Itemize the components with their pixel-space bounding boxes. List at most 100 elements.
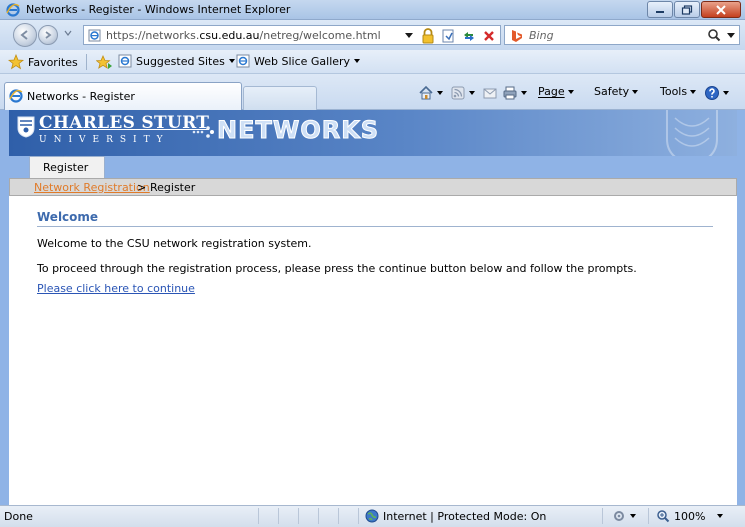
crest-watermark-icon <box>666 110 718 156</box>
chevron-down-icon <box>354 59 361 63</box>
status-divider <box>338 508 339 524</box>
status-divider <box>258 508 259 524</box>
breadcrumb-separator: > <box>137 181 147 194</box>
search-icon[interactable] <box>707 28 721 42</box>
read-mail-button[interactable] <box>482 85 498 101</box>
chevron-down-icon <box>469 91 475 95</box>
breadcrumb-current: Register <box>150 181 196 194</box>
recent-pages-dropdown-icon[interactable] <box>64 30 72 36</box>
lock-icon[interactable] <box>420 28 436 44</box>
minimize-button[interactable] <box>647 1 673 18</box>
tab-register[interactable]: Register <box>29 156 105 178</box>
status-divider <box>602 508 603 524</box>
status-divider <box>278 508 279 524</box>
close-button[interactable] <box>701 1 741 18</box>
home-button[interactable] <box>418 85 443 101</box>
suggested-sites-item[interactable]: Suggested Sites <box>118 54 235 68</box>
chevron-down-icon <box>630 514 636 518</box>
star-icon <box>8 54 24 70</box>
site-header: CHARLES STURT UNIVERSITY NETWORKS <box>9 110 737 156</box>
compatibility-view-icon[interactable] <box>441 28 457 44</box>
chevron-down-icon <box>632 89 639 94</box>
restore-button[interactable] <box>674 1 700 18</box>
status-divider <box>358 508 359 524</box>
stop-icon[interactable] <box>481 28 497 44</box>
printer-icon <box>503 86 517 100</box>
search-dropdown-icon[interactable] <box>727 33 735 39</box>
minimize-icon <box>656 10 664 13</box>
search-placeholder: Bing <box>529 29 554 42</box>
page-menu[interactable]: Page <box>538 85 574 98</box>
university-subtitle: UNIVERSITY <box>39 135 170 145</box>
address-bar[interactable]: https://networks.csu.edu.au/netreg/welco… <box>83 25 501 45</box>
ie-logo-icon <box>9 89 23 103</box>
ie-page-icon <box>236 54 250 68</box>
page-title: Welcome <box>37 210 99 224</box>
help-button[interactable] <box>704 85 729 101</box>
chevron-down-icon <box>228 59 235 63</box>
chevron-down-icon <box>723 91 729 95</box>
security-zone[interactable]: Internet | Protected Mode: On <box>365 509 546 523</box>
search-box[interactable]: Bing <box>504 25 740 45</box>
welcome-text: Welcome to the CSU network registration … <box>37 237 312 250</box>
tools-menu[interactable]: Tools <box>660 85 697 98</box>
safety-menu[interactable]: Safety <box>594 85 639 98</box>
tab-networks-register[interactable]: Networks - Register <box>4 82 242 110</box>
favorites-bar: Favorites Suggested Sites Web Slice Gall… <box>0 50 745 74</box>
chevron-down-icon <box>437 91 443 95</box>
window-title: Networks - Register - Windows Internet E… <box>26 3 291 16</box>
tab-bar: Networks - Register Page Safety Tools <box>0 74 745 110</box>
forward-button[interactable] <box>38 25 58 45</box>
page-viewport: CHARLES STURT UNIVERSITY NETWORKS Regist… <box>0 110 745 505</box>
status-divider <box>298 508 299 524</box>
address-dropdown-icon[interactable] <box>405 33 413 39</box>
zoom-magnifier-icon <box>657 510 670 523</box>
internet-globe-icon <box>365 509 379 523</box>
chevron-down-icon <box>717 514 724 518</box>
favorites-separator <box>86 54 87 70</box>
forward-arrow-icon <box>45 31 52 39</box>
close-icon <box>716 4 726 15</box>
heading-divider <box>37 226 713 227</box>
favorites-button[interactable]: Favorites <box>8 54 78 70</box>
zoom-control[interactable]: 100% <box>656 509 724 523</box>
bing-icon <box>512 30 522 42</box>
networks-brand: NETWORKS <box>216 116 380 145</box>
new-tab-button[interactable] <box>243 86 317 110</box>
restore-icon <box>681 4 693 15</box>
help-icon <box>705 86 719 100</box>
web-slice-gallery-item[interactable]: Web Slice Gallery <box>236 54 361 68</box>
title-bar: Networks - Register - Windows Internet E… <box>0 0 745 20</box>
decorative-dots-icon <box>192 126 214 138</box>
rss-feed-icon <box>451 86 465 100</box>
status-divider <box>648 508 649 524</box>
continue-link[interactable]: Please click here to continue <box>37 282 195 295</box>
ie-logo-icon <box>6 3 20 17</box>
main-content: Welcome Welcome to the CSU network regis… <box>9 196 737 505</box>
back-arrow-icon <box>20 30 28 40</box>
csu-crest-logo <box>17 116 35 138</box>
site-tab-bar: Register <box>9 156 737 178</box>
navigation-bar: https://networks.csu.edu.au/netreg/welco… <box>0 20 745 50</box>
ie-page-icon <box>118 54 132 68</box>
add-to-favorites-bar-button[interactable] <box>96 54 112 70</box>
print-button[interactable] <box>502 85 527 101</box>
back-button[interactable] <box>13 23 37 47</box>
feeds-button[interactable] <box>450 85 475 101</box>
refresh-icon[interactable] <box>461 28 477 44</box>
chevron-down-icon <box>690 89 697 94</box>
breadcrumb-network-registration-link[interactable]: Network Registration <box>34 181 150 194</box>
chevron-down-icon <box>567 89 574 94</box>
instructions-text: To proceed through the registration proc… <box>37 262 637 275</box>
status-divider <box>318 508 319 524</box>
zone-settings-button[interactable] <box>612 509 636 523</box>
url-text: https://networks.csu.edu.au/netreg/welco… <box>106 29 381 42</box>
university-name[interactable]: CHARLES STURT <box>39 113 209 133</box>
breadcrumb: Network Registration > Register <box>9 178 737 196</box>
status-text: Done <box>4 510 33 523</box>
page-icon <box>88 29 101 42</box>
add-favorite-icon <box>96 55 112 69</box>
settings-gear-icon <box>614 511 624 521</box>
chevron-down-icon <box>521 91 527 95</box>
home-icon <box>419 85 433 100</box>
